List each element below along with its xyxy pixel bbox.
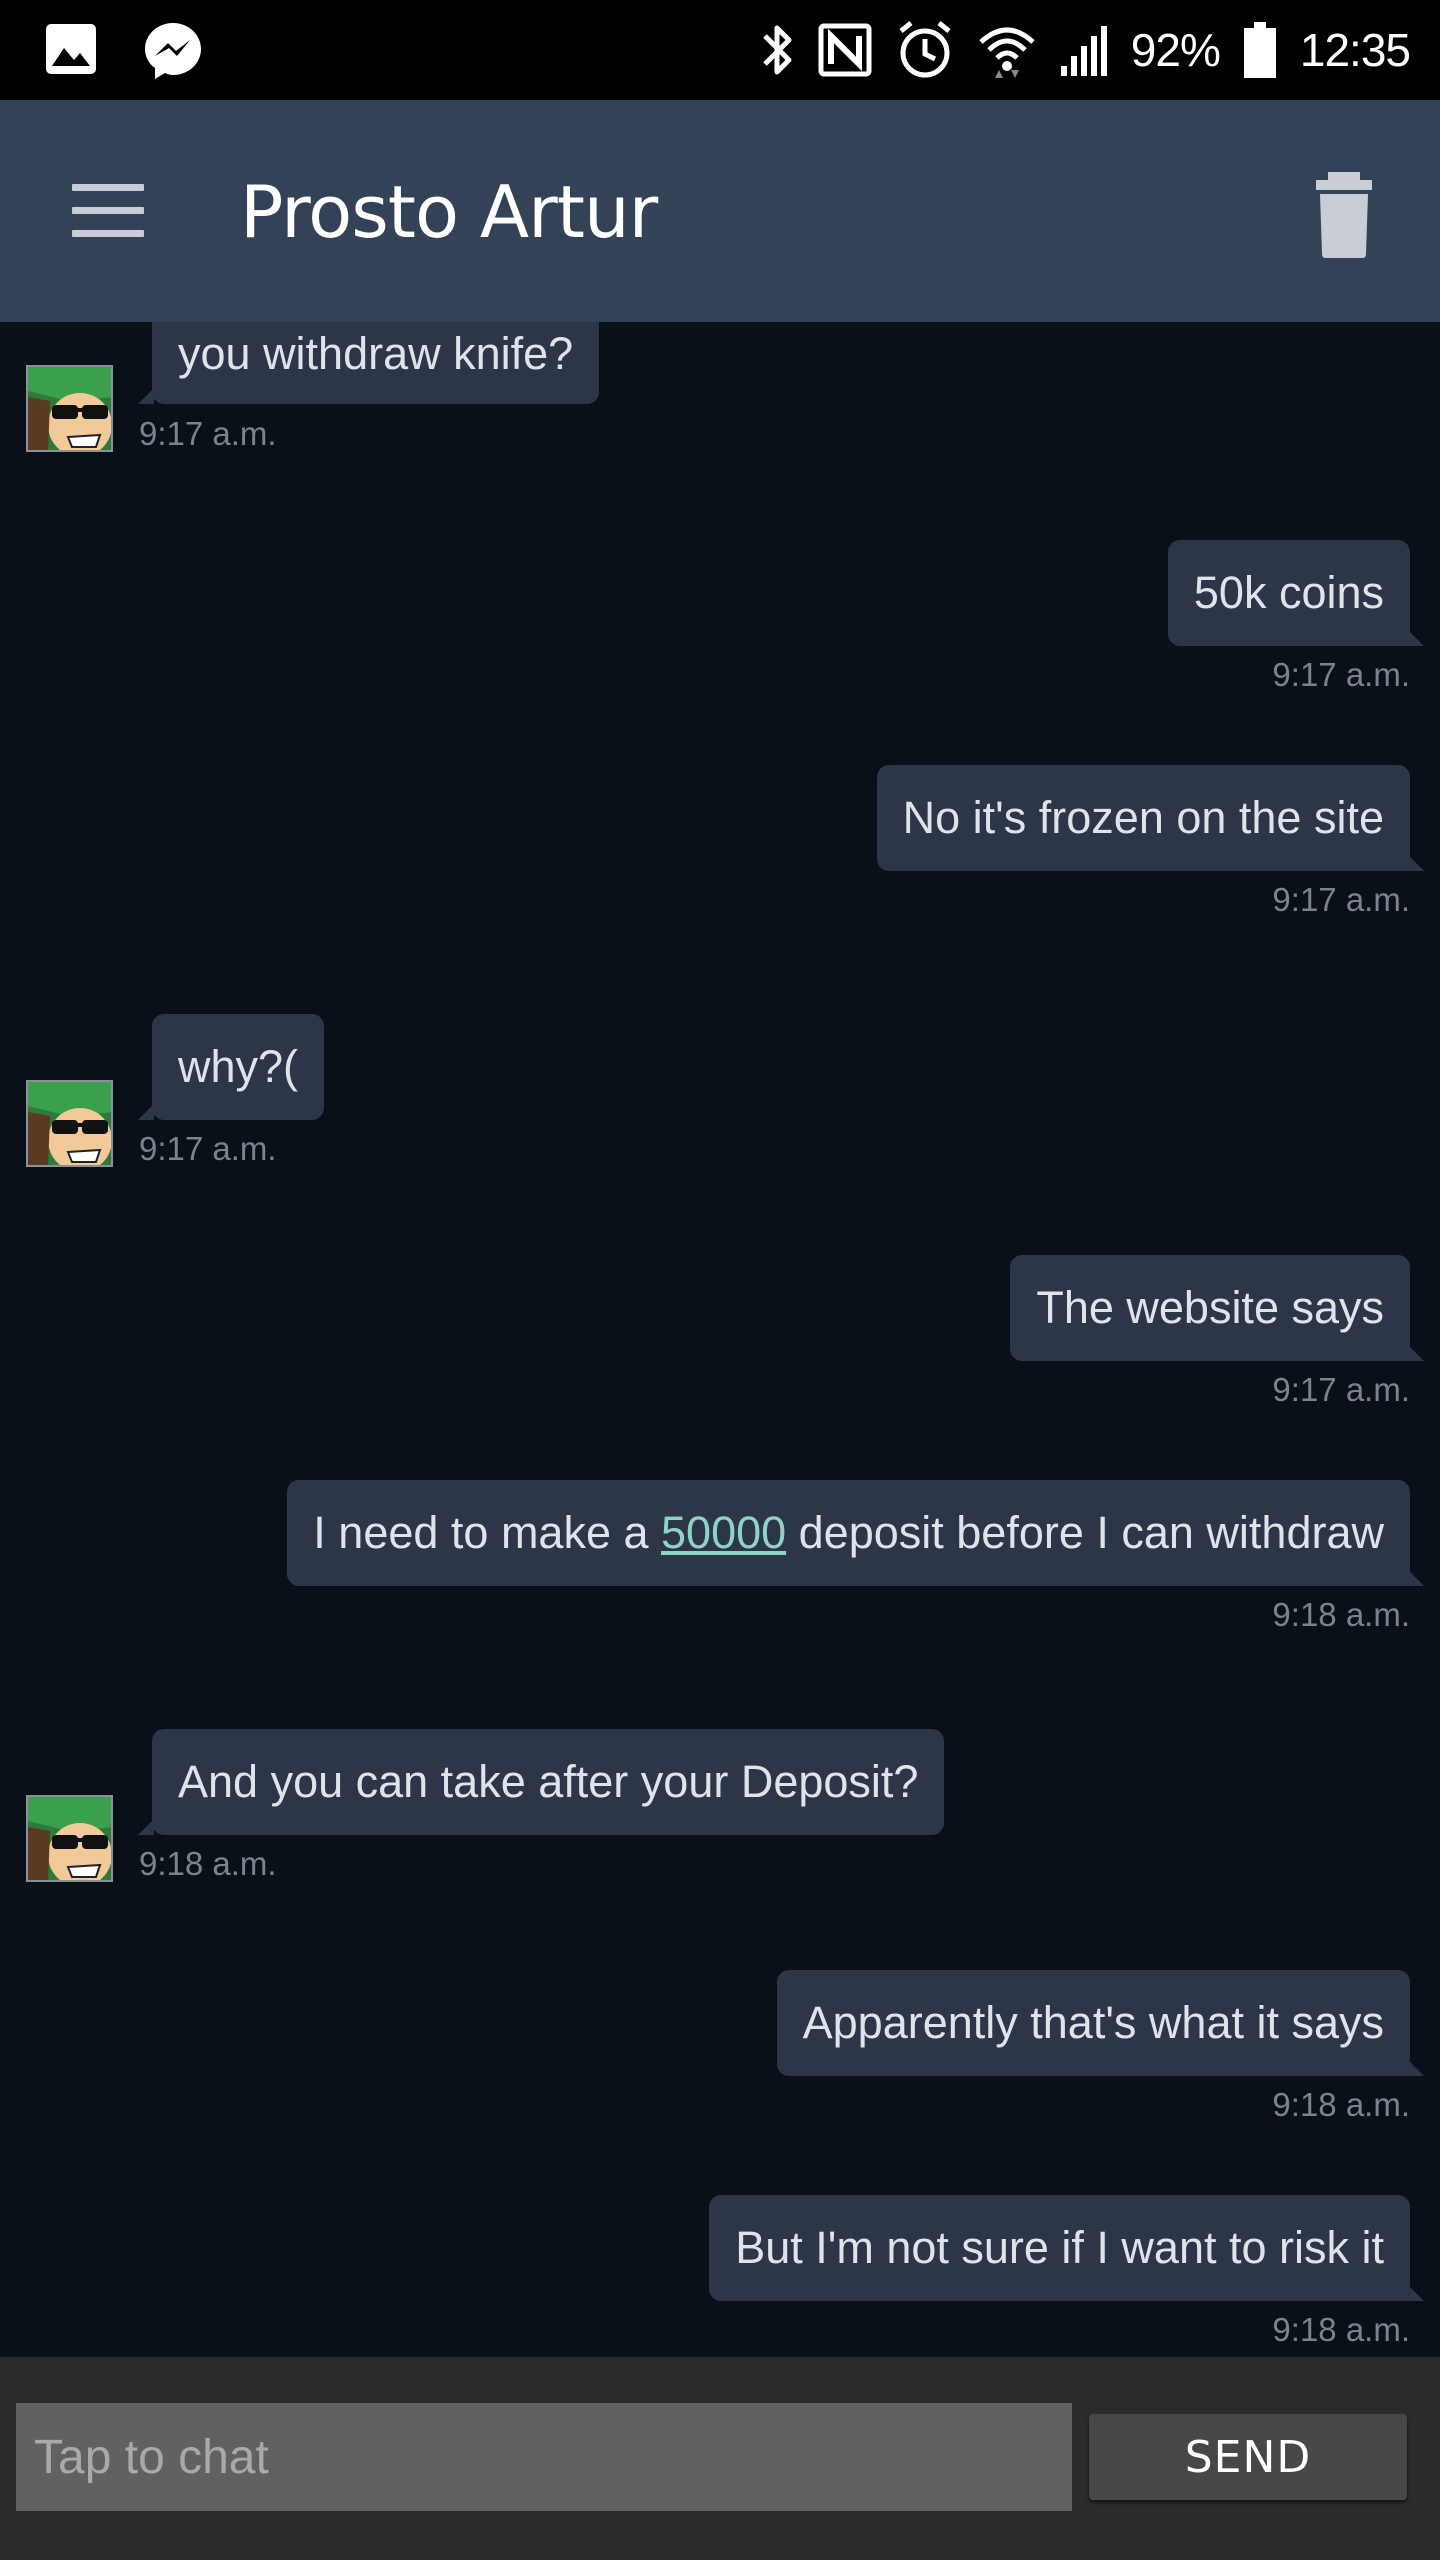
message-timestamp: 9:18 a.m. — [1272, 2311, 1410, 2348]
sent-message-bubble: Apparently that's what it says — [776, 1970, 1425, 2076]
app-bar: Prosto Artur — [0, 100, 1440, 322]
message-text: The website says — [1036, 1282, 1384, 1333]
battery-icon — [1242, 20, 1278, 80]
message-timestamp: 9:17 a.m. — [1272, 1371, 1410, 1408]
messenger-icon — [142, 20, 204, 82]
status-time: 12:35 — [1299, 24, 1411, 76]
trash-icon[interactable] — [1300, 170, 1388, 260]
sent-message-bubble: I need to make a 50000 deposit before I … — [287, 1480, 1424, 1586]
hamburger-menu-icon[interactable] — [62, 170, 154, 250]
sent-message-bubble: The website says — [1010, 1255, 1424, 1361]
sent-message-bubble: But I'm not sure if I want to risk it — [709, 2195, 1424, 2301]
message-text: why?( — [178, 1041, 299, 1092]
message-text: And you can take after your Deposit? — [178, 1756, 919, 1807]
send-button[interactable]: SEND — [1089, 2414, 1407, 2500]
message-timestamp: 9:18 a.m. — [139, 1845, 277, 1882]
message-link[interactable]: 50000 — [661, 1507, 786, 1558]
page-title: Prosto Artur — [240, 170, 658, 254]
message-timestamp: 9:18 a.m. — [1272, 2086, 1410, 2123]
message-text: 50k coins — [1193, 567, 1384, 618]
message-text: Apparently that's what it says — [802, 1997, 1384, 2048]
sent-message-bubble: No it's frozen on the site — [876, 765, 1425, 871]
nfc-icon — [817, 20, 873, 80]
message-text: deposit before I can withdraw — [786, 1507, 1384, 1558]
contact-avatar[interactable] — [26, 365, 113, 452]
chat-input[interactable] — [16, 2403, 1072, 2511]
bluetooth-icon — [759, 20, 795, 80]
message-text: But I'm not sure if I want to risk it — [735, 2222, 1384, 2273]
wifi-icon — [977, 20, 1037, 80]
received-message-bubble: And you can take after your Deposit? — [137, 1729, 945, 1835]
message-timestamp: 9:17 a.m. — [139, 415, 277, 452]
message-text: No it's frozen on the site — [902, 792, 1384, 843]
message-text: I need to make a — [313, 1507, 662, 1558]
message-timestamp: 9:17 a.m. — [139, 1130, 277, 1167]
signal-icon — [1059, 22, 1109, 78]
chat-message-list[interactable]: you withdraw knife? 9:17 a.m. 50k coins … — [0, 322, 1440, 2357]
message-timestamp: 9:17 a.m. — [1272, 881, 1410, 918]
received-message-bubble: you withdraw knife? — [137, 322, 600, 404]
contact-avatar[interactable] — [26, 1795, 113, 1882]
message-timestamp: 9:17 a.m. — [1272, 656, 1410, 693]
contact-avatar[interactable] — [26, 1080, 113, 1167]
message-text: you withdraw knife? — [178, 328, 574, 379]
status-bar: 92% 12:35 — [0, 0, 1440, 100]
gallery-icon — [44, 20, 98, 82]
message-composer: SEND — [0, 2357, 1440, 2560]
message-timestamp: 9:18 a.m. — [1272, 1596, 1410, 1633]
alarm-icon — [895, 19, 955, 81]
received-message-bubble: why?( — [137, 1014, 325, 1120]
battery-percentage: 92% — [1130, 24, 1221, 76]
sent-message-bubble: 50k coins — [1167, 540, 1425, 646]
